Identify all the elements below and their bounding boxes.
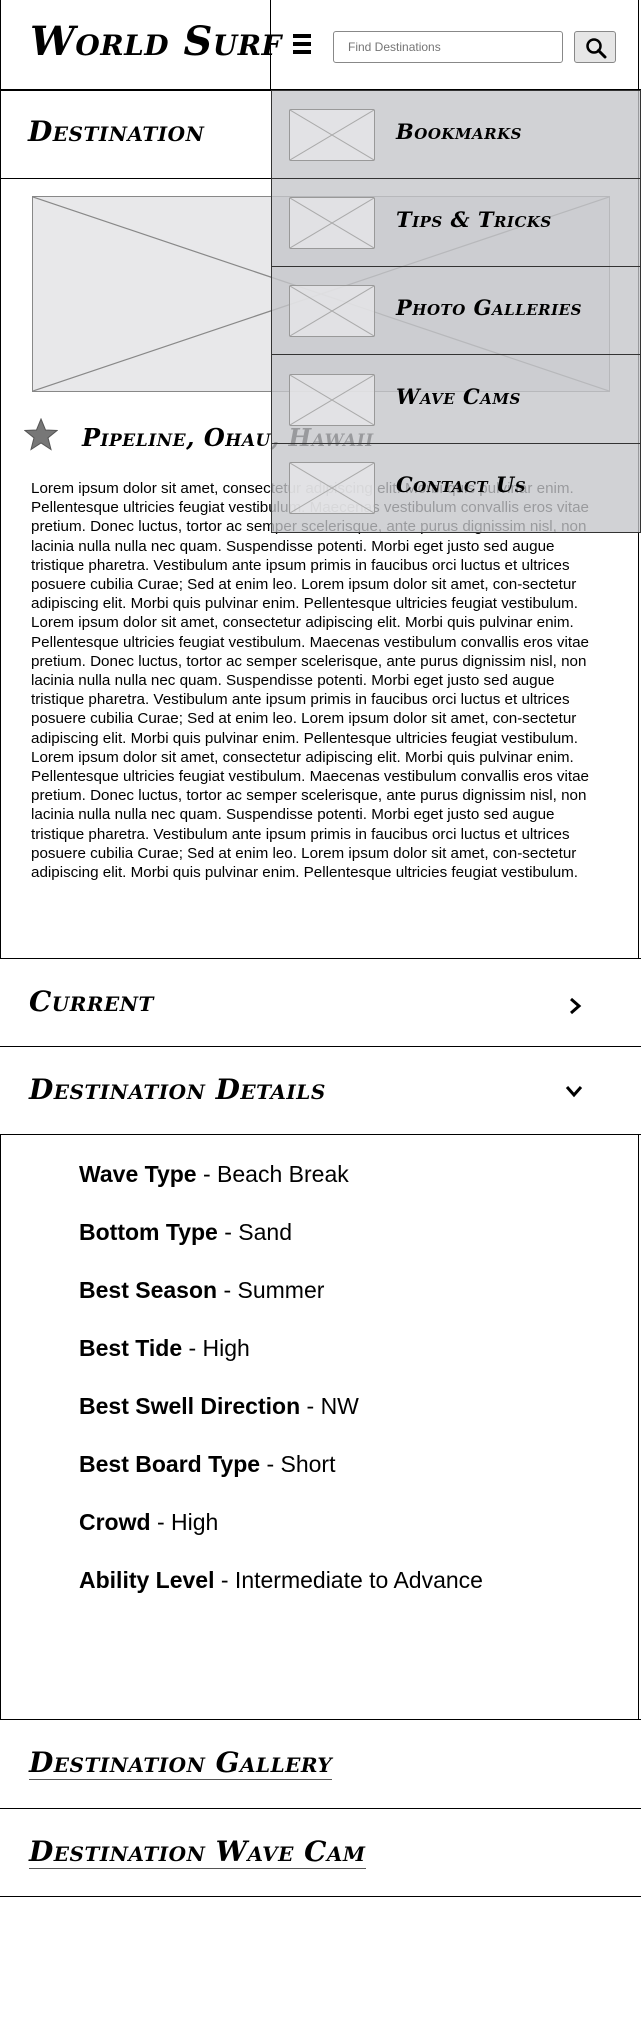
detail-label: Best Season bbox=[79, 1277, 218, 1303]
site-header: World Surf bbox=[0, 0, 641, 91]
destination-wavecam-section[interactable]: Destination Wave Cam bbox=[0, 1808, 641, 1897]
menu-item-label: Bookmarks bbox=[396, 119, 522, 144]
detail-value: - Beach Break bbox=[196, 1161, 349, 1187]
detail-ability-level: Ability Level - Intermediate to Advance bbox=[79, 1566, 483, 1624]
destination-details-section[interactable]: Destination Details bbox=[0, 1046, 641, 1135]
detail-label: Wave Type bbox=[79, 1161, 197, 1187]
destination-wavecam-link[interactable]: Destination Wave Cam bbox=[29, 1835, 366, 1869]
chevron-down-icon[interactable] bbox=[565, 1083, 583, 1099]
site-logo[interactable]: World Surf bbox=[30, 18, 282, 66]
detail-label: Crowd bbox=[79, 1509, 151, 1535]
header-divider bbox=[270, 0, 271, 91]
dropdown-menu: Bookmarks Tips & Tricks Photo Galleries … bbox=[271, 90, 641, 533]
menu-item-label: Photo Galleries bbox=[396, 295, 582, 320]
detail-best-swell-direction: Best Swell Direction - NW bbox=[79, 1392, 483, 1450]
destination-description: Lorem ipsum dolor sit amet, consectetur … bbox=[31, 479, 611, 882]
destination-heading: Destination bbox=[28, 115, 205, 148]
menu-item-bookmarks[interactable]: Bookmarks bbox=[272, 91, 641, 179]
detail-wave-type: Wave Type - Beach Break bbox=[79, 1160, 483, 1218]
destination-gallery-link[interactable]: Destination Gallery bbox=[29, 1746, 333, 1780]
detail-value: - Intermediate to Advance bbox=[214, 1567, 483, 1593]
star-icon[interactable] bbox=[24, 418, 58, 452]
detail-crowd: Crowd - High bbox=[79, 1508, 483, 1566]
hamburger-menu-icon[interactable] bbox=[293, 34, 311, 54]
menu-item-tips-tricks[interactable]: Tips & Tricks bbox=[272, 179, 641, 267]
chevron-right-icon[interactable] bbox=[567, 997, 583, 1015]
search-button[interactable] bbox=[574, 31, 616, 63]
detail-value: - Summer bbox=[217, 1277, 325, 1303]
image-placeholder-icon bbox=[289, 374, 375, 426]
detail-value: - Sand bbox=[217, 1219, 292, 1245]
detail-value: - High bbox=[182, 1335, 250, 1361]
detail-best-season: Best Season - Summer bbox=[79, 1276, 483, 1334]
image-placeholder-icon bbox=[289, 109, 375, 161]
detail-label: Ability Level bbox=[79, 1567, 215, 1593]
destination-gallery-section[interactable]: Destination Gallery bbox=[0, 1719, 641, 1809]
current-section[interactable]: Current bbox=[0, 958, 641, 1047]
image-placeholder-icon bbox=[289, 197, 375, 249]
image-placeholder-icon bbox=[289, 462, 375, 514]
detail-best-board-type: Best Board Type - Short bbox=[79, 1450, 483, 1508]
detail-label: Best Board Type bbox=[79, 1451, 261, 1477]
image-placeholder-icon bbox=[289, 285, 375, 337]
detail-value: - Short bbox=[260, 1451, 336, 1477]
detail-value: - High bbox=[150, 1509, 219, 1535]
detail-bottom-type: Bottom Type - Sand bbox=[79, 1218, 483, 1276]
detail-label: Best Swell Direction bbox=[79, 1393, 301, 1419]
current-title: Current bbox=[29, 985, 154, 1018]
menu-item-label: Tips & Tricks bbox=[396, 207, 552, 232]
detail-label: Best Tide bbox=[79, 1335, 183, 1361]
menu-item-label: Wave Cams bbox=[396, 384, 521, 409]
menu-item-wave-cams[interactable]: Wave Cams bbox=[272, 356, 641, 444]
destination-details-title: Destination Details bbox=[29, 1073, 326, 1106]
menu-item-photo-galleries[interactable]: Photo Galleries bbox=[272, 267, 641, 355]
search-input[interactable] bbox=[333, 31, 563, 63]
menu-item-label: Contact Us bbox=[396, 472, 527, 497]
magnifier-icon bbox=[586, 38, 607, 59]
detail-value: - NW bbox=[300, 1393, 359, 1419]
description-paragraph: Lorem ipsum dolor sit amet, consectetur … bbox=[31, 614, 589, 747]
detail-label: Bottom Type bbox=[79, 1219, 218, 1245]
menu-item-contact-us[interactable]: Contact Us bbox=[272, 444, 641, 532]
destination-details-list: Wave Type - Beach Break Bottom Type - Sa… bbox=[79, 1160, 483, 1624]
description-paragraph: Lorem ipsum dolor sit amet, consectetur … bbox=[31, 748, 589, 882]
detail-best-tide: Best Tide - High bbox=[79, 1334, 483, 1392]
